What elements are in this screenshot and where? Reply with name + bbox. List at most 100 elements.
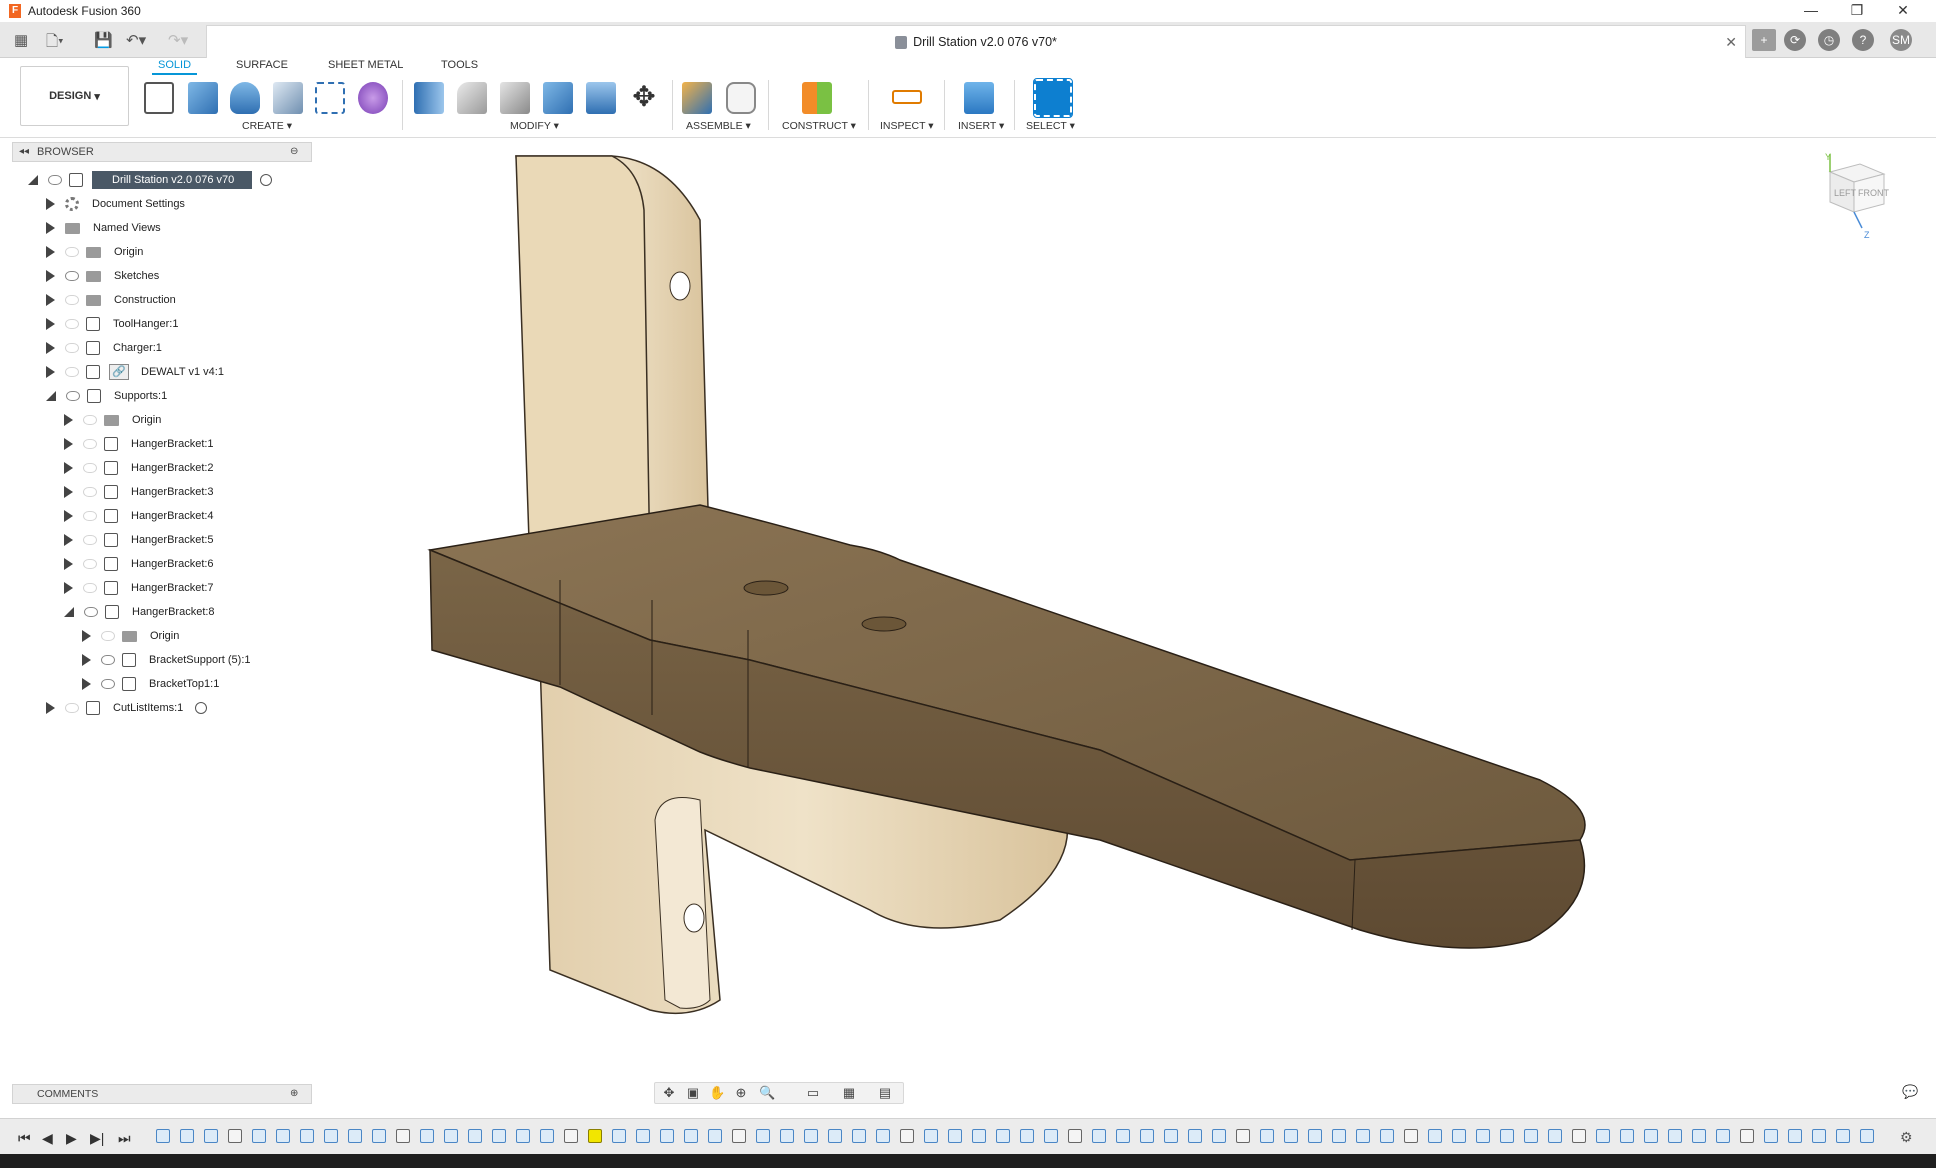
press-pull-icon[interactable] (414, 82, 444, 114)
measure-icon[interactable] (892, 90, 922, 104)
tab-tools[interactable]: TOOLS (435, 59, 484, 71)
expand-toggle-icon[interactable] (28, 175, 38, 185)
apps-grid-icon[interactable]: ▦ (14, 31, 28, 49)
activate-radio-icon[interactable] (260, 174, 273, 186)
comments-panel[interactable]: COMMENTS ⊕ (12, 1084, 312, 1104)
browser-header[interactable]: ◂◂ BROWSER ⊖ (12, 142, 312, 162)
job-status-icon[interactable]: ◷ (1818, 29, 1840, 51)
visibility-eye-icon[interactable] (48, 175, 62, 185)
browser-options-icon[interactable]: ⊖ (290, 143, 298, 161)
browser-item-hangerbracket-3[interactable]: HangerBracket:3 (64, 482, 218, 502)
browser-item-supports-origin[interactable]: Origin (64, 410, 165, 430)
joint-icon[interactable] (726, 82, 756, 114)
visibility-eye-icon[interactable] (83, 415, 97, 425)
timeline-feature-icon[interactable] (588, 1129, 602, 1143)
timeline-feature-icon[interactable] (1260, 1129, 1274, 1143)
activate-radio-icon[interactable] (195, 702, 208, 714)
timeline-feature-icon[interactable] (1284, 1129, 1298, 1143)
expand-toggle-icon[interactable] (46, 198, 55, 210)
grid-settings-icon[interactable]: ▦ (841, 1086, 857, 1100)
expand-toggle-icon[interactable] (64, 486, 73, 498)
expand-toggle-icon[interactable] (46, 318, 55, 330)
step-back-button[interactable]: ◀ (42, 1130, 53, 1147)
step-forward-button[interactable]: ▶| (90, 1130, 104, 1147)
visibility-eye-icon[interactable] (65, 247, 79, 257)
insert-image-icon[interactable] (964, 82, 994, 114)
timeline-feature-icon[interactable] (1836, 1129, 1850, 1143)
revolve-icon[interactable] (230, 82, 260, 114)
visibility-eye-icon[interactable] (83, 511, 97, 521)
user-avatar[interactable]: SM (1890, 29, 1912, 51)
timeline-feature-icon[interactable] (372, 1129, 386, 1143)
timeline-feature-icon[interactable] (1740, 1129, 1754, 1143)
timeline-feature-icon[interactable] (516, 1129, 530, 1143)
timeline-feature-icon[interactable] (1692, 1129, 1706, 1143)
timeline-feature-icon[interactable] (420, 1129, 434, 1143)
new-component-icon[interactable] (682, 82, 712, 114)
expand-toggle-icon[interactable] (46, 342, 55, 354)
timeline-feature-icon[interactable] (1452, 1129, 1466, 1143)
expand-toggle-icon[interactable] (46, 391, 56, 401)
orbit-icon[interactable]: ✥ (661, 1086, 677, 1100)
browser-item-bracketsupport[interactable]: BracketSupport (5):1 (82, 650, 255, 670)
visibility-eye-icon[interactable] (65, 343, 79, 353)
visibility-eye-icon[interactable] (101, 655, 115, 665)
browser-item-hangerbracket-4[interactable]: HangerBracket:4 (64, 506, 218, 526)
visibility-eye-icon[interactable] (83, 487, 97, 497)
timeline-feature-icon[interactable] (636, 1129, 650, 1143)
timeline-feature-icon[interactable] (780, 1129, 794, 1143)
timeline-feature-icon[interactable] (1356, 1129, 1370, 1143)
create-menu[interactable]: CREATE ▾ (242, 120, 292, 132)
visibility-eye-icon[interactable] (84, 607, 98, 617)
visibility-eye-icon[interactable] (101, 679, 115, 689)
timeline-feature-icon[interactable] (156, 1129, 170, 1143)
close-tab-icon[interactable]: ✕ (1725, 34, 1737, 51)
visibility-eye-icon[interactable] (65, 703, 79, 713)
split-body-icon[interactable] (586, 82, 616, 114)
chamfer-icon[interactable] (500, 82, 530, 114)
browser-item-bracket8-origin[interactable]: Origin (82, 626, 183, 646)
save-icon[interactable]: 💾 (94, 31, 113, 49)
timeline-feature-icon[interactable] (1812, 1129, 1826, 1143)
look-at-icon[interactable]: ▣ (685, 1086, 701, 1100)
timeline-feature-icon[interactable] (1620, 1129, 1634, 1143)
expand-toggle-icon[interactable] (64, 438, 73, 450)
browser-item-hangerbracket-2[interactable]: HangerBracket:2 (64, 458, 218, 478)
timeline-feature-icon[interactable] (1308, 1129, 1322, 1143)
viewcube[interactable]: LEFT FRONT Y Z (1812, 150, 1902, 240)
browser-item-origin[interactable]: Origin (46, 242, 147, 262)
file-menu-icon[interactable]: 🗋▾ (46, 31, 64, 56)
undo-icon[interactable]: ↶▾ (126, 31, 146, 49)
timeline-feature-icon[interactable] (1716, 1129, 1730, 1143)
restore-button[interactable]: ❐ (1834, 0, 1880, 22)
fit-icon[interactable]: 🔍 (759, 1086, 775, 1100)
visibility-eye-icon[interactable] (83, 559, 97, 569)
visibility-eye-icon[interactable] (83, 583, 97, 593)
timeline-feature-icon[interactable] (300, 1129, 314, 1143)
timeline-settings-icon[interactable]: ⚙ (1900, 1129, 1913, 1146)
visibility-eye-icon[interactable] (65, 319, 79, 329)
visibility-eye-icon[interactable] (65, 295, 79, 305)
modify-menu[interactable]: MODIFY ▾ (510, 120, 559, 132)
timeline-feature-icon[interactable] (492, 1129, 506, 1143)
pattern-icon[interactable] (315, 82, 345, 114)
browser-item-named-views[interactable]: Named Views (46, 218, 165, 238)
display-settings-icon[interactable]: ▭ (805, 1086, 821, 1100)
collapse-browser-icon[interactable]: ◂◂ (19, 143, 29, 161)
timeline-feature-icon[interactable] (324, 1129, 338, 1143)
expand-toggle-icon[interactable] (64, 534, 73, 546)
timeline-feature-icon[interactable] (1188, 1129, 1202, 1143)
timeline-feature-icon[interactable] (1140, 1129, 1154, 1143)
timeline-feature-icon[interactable] (1596, 1129, 1610, 1143)
timeline-feature-icon[interactable] (1164, 1129, 1178, 1143)
timeline-feature-icon[interactable] (1764, 1129, 1778, 1143)
visibility-eye-icon[interactable] (83, 463, 97, 473)
zoom-icon[interactable]: ⊕ (733, 1086, 749, 1100)
timeline-feature-icon[interactable] (1548, 1129, 1562, 1143)
expand-toggle-icon[interactable] (82, 630, 91, 642)
timeline-feature-icon[interactable] (804, 1129, 818, 1143)
extrude-icon[interactable] (188, 82, 218, 114)
timeline-feature-icon[interactable] (1428, 1129, 1442, 1143)
expand-toggle-icon[interactable] (64, 510, 73, 522)
expand-toggle-icon[interactable] (64, 462, 73, 474)
